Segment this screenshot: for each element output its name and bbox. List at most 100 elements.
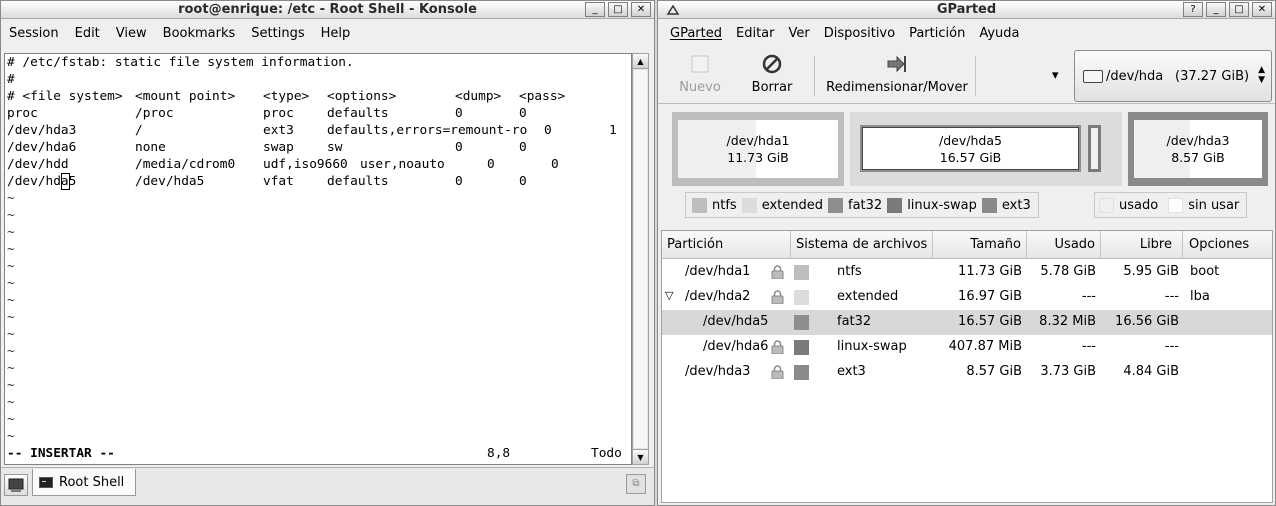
fstab-header-cell: <mount point> [135,89,236,104]
terminal-area[interactable]: # /etc/fstab: static file system informa… [4,53,632,465]
partition-row[interactable]: /dev/hda3 ext3 8.57 GiB 3.73 GiB 4.84 GiB [662,360,1272,385]
fstab-header-cell: <type> [263,89,310,104]
terminal-line: ~ [5,275,631,292]
maximize-button[interactable]: □ [608,2,628,17]
scroll-down-icon[interactable]: ▼ [633,449,648,464]
menu-bookmarks[interactable]: Bookmarks [163,26,236,41]
column-header-used[interactable]: Usado [1027,231,1101,259]
terminal-line: # /etc/fstab: static file system informa… [5,54,631,71]
fstab-header-cell: <dump> [455,89,502,104]
expander-icon[interactable]: ▽ [665,289,673,302]
terminal-scrollbar[interactable]: ▲ ▼ [632,53,649,465]
close-tab-icon[interactable]: ⧉ [626,474,646,494]
filesystem-type: ext3 [837,364,866,379]
close-button[interactable]: ✕ [1252,2,1272,17]
usage-legend: usado sin usar [1094,192,1248,218]
partition-used: --- [1081,289,1096,304]
map-partition-hda6[interactable] [1088,125,1101,172]
menu-view[interactable]: View [116,26,147,41]
partition-free: --- [1164,289,1179,304]
column-header-filesystem[interactable]: Sistema de archivos [791,231,933,259]
editor-status-line: -- INSERTAR -- 8,8 Todo [5,445,631,462]
map-partition-hda5[interactable]: /dev/hda5 16.57 GiB [860,125,1081,172]
menu-gparted[interactable]: GParted [670,26,722,41]
column-header-partition[interactable]: Partición [662,231,791,259]
map-partition-hda2-extended[interactable]: /dev/hda5 16.57 GiB [850,112,1122,186]
filesystem-color-swatch [794,315,809,330]
toolbar-overflow-icon[interactable]: ▾ [1052,68,1059,83]
terminal-line: ~ [5,241,631,258]
legend-item: ext3 [980,197,1031,213]
legend-label: sin usar [1188,197,1240,213]
menu-ver[interactable]: Ver [789,26,810,41]
legend-label: usado [1119,197,1159,213]
new-button[interactable]: Nuevo [676,54,724,95]
new-tab-button[interactable] [4,474,28,496]
scroll-thumb[interactable] [634,70,647,448]
fstab-cell: / [135,123,143,138]
terminal-line: ~ [5,292,631,309]
legend-item: usado [1099,197,1159,213]
legend-item: extended [740,197,823,213]
fstab-cell: 0 [544,123,552,138]
tab-root-shell[interactable]: Root Shell [32,469,136,496]
column-header-size[interactable]: Tamaño [933,231,1027,259]
menu-ayuda[interactable]: Ayuda [979,26,1019,41]
fstab-cell: /dev/hda6 [7,140,77,155]
partition-size: 16.57 GiB [958,314,1022,329]
partition-row[interactable]: ▽ /dev/hda2 extended 16.97 GiB --- --- lba [662,285,1272,310]
gparted-titlebar[interactable]: GParted ? _ □ ✕ [658,1,1275,19]
table-header: Partición Sistema de archivos Tamaño Usa… [662,231,1272,259]
minimize-button[interactable]: _ [1206,2,1226,17]
menu-particion[interactable]: Partición [909,26,965,41]
minimize-button[interactable]: _ [585,2,605,17]
help-button[interactable]: ? [1183,2,1203,17]
empty-line-tilde: ~ [7,412,15,427]
menu-editar[interactable]: Editar [736,26,775,41]
menu-edit[interactable]: Edit [75,26,100,41]
filesystem-type: extended [837,289,899,304]
legend-swatch [741,197,757,213]
delete-button[interactable]: Borrar [748,54,796,95]
fstab-cell: 0 [519,140,527,155]
partition-row[interactable]: /dev/hda1 ntfs 11.73 GiB 5.78 GiB 5.95 GiB bo… [662,260,1272,285]
partition-name: /dev/hda3 [685,364,751,379]
toolbar-separator [814,56,815,96]
empty-line-tilde: ~ [7,276,15,291]
lock-icon [771,340,784,355]
map-label-size: 16.57 GiB [939,150,1002,165]
menu-help[interactable]: Help [321,26,351,41]
konsole-titlebar[interactable]: root@enrique: /etc - Root Shell - Konsol… [1,1,654,19]
resize-arrow-icon [887,55,906,73]
close-button[interactable]: ✕ [631,2,651,17]
partition-size: 11.73 GiB [958,264,1022,279]
partition-row[interactable]: /dev/hda6 linux-swap 407.87 MiB --- --- [662,335,1272,360]
column-header-options[interactable]: Opciones [1183,231,1272,259]
menu-settings[interactable]: Settings [251,26,304,41]
fstab-cell: proc [7,106,38,121]
terminal-line: ~ [5,394,631,411]
fstab-cell: ext3 [263,123,294,138]
editor-mode: -- INSERTAR -- [7,446,115,461]
terminal-icon [39,476,53,488]
terminal-line: # [5,71,631,88]
comment-text: # /etc/fstab: static file system informa… [7,55,354,70]
partition-name: /dev/hda5 [703,314,769,329]
map-partition-hda3[interactable]: /dev/hda3 8.57 GiB [1128,112,1268,186]
column-header-free[interactable]: Libre [1101,231,1183,259]
terminal-line: ~ [5,224,631,241]
maximize-button[interactable]: □ [1229,2,1249,17]
partition-row[interactable]: /dev/hda5 fat32 16.57 GiB 8.32 MiB 16.56 GiB [662,310,1272,335]
menu-session[interactable]: Session [9,26,59,41]
fstab-cell: 0 [455,106,463,121]
empty-line-tilde: ~ [7,327,15,342]
menu-dispositivo[interactable]: Dispositivo [824,26,895,41]
terminal-line: ~ [5,207,631,224]
resize-move-button[interactable]: Redimensionar/Mover [824,54,970,95]
device-selector[interactable]: /dev/hda (37.27 GiB) ▲ ▼ [1074,50,1272,102]
map-label-name: /dev/hda1 [726,133,790,148]
scroll-up-icon[interactable]: ▲ [633,54,648,69]
map-partition-hda1[interactable]: /dev/hda1 11.73 GiB [672,112,844,186]
map-label-name: /dev/hda5 [939,133,1002,148]
new-partition-icon [691,55,709,73]
